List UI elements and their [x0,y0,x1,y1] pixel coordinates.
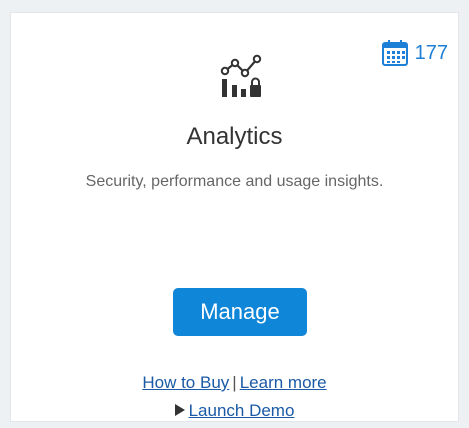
learn-more-link[interactable]: Learn more [240,373,327,392]
how-to-buy-link[interactable]: How to Buy [142,373,229,392]
badge-count: 177 [414,41,448,64]
launch-demo-link[interactable]: Launch Demo [189,401,295,420]
usage-badge: 177 [381,39,448,67]
analytics-card: 177 Analytics Security, performance and … [10,12,459,422]
manage-button[interactable]: Manage [173,288,307,336]
calendar-icon [381,40,408,66]
analytics-chart-lock-icon [220,54,262,97]
demo-line: Launch Demo [11,401,458,421]
play-icon [174,404,185,416]
card-subtitle: Security, performance and usage insights… [85,173,384,190]
card-title: Analytics [186,123,283,150]
purchase-links: How to Buy | Learn more [11,373,458,393]
link-separator: | [232,373,237,392]
